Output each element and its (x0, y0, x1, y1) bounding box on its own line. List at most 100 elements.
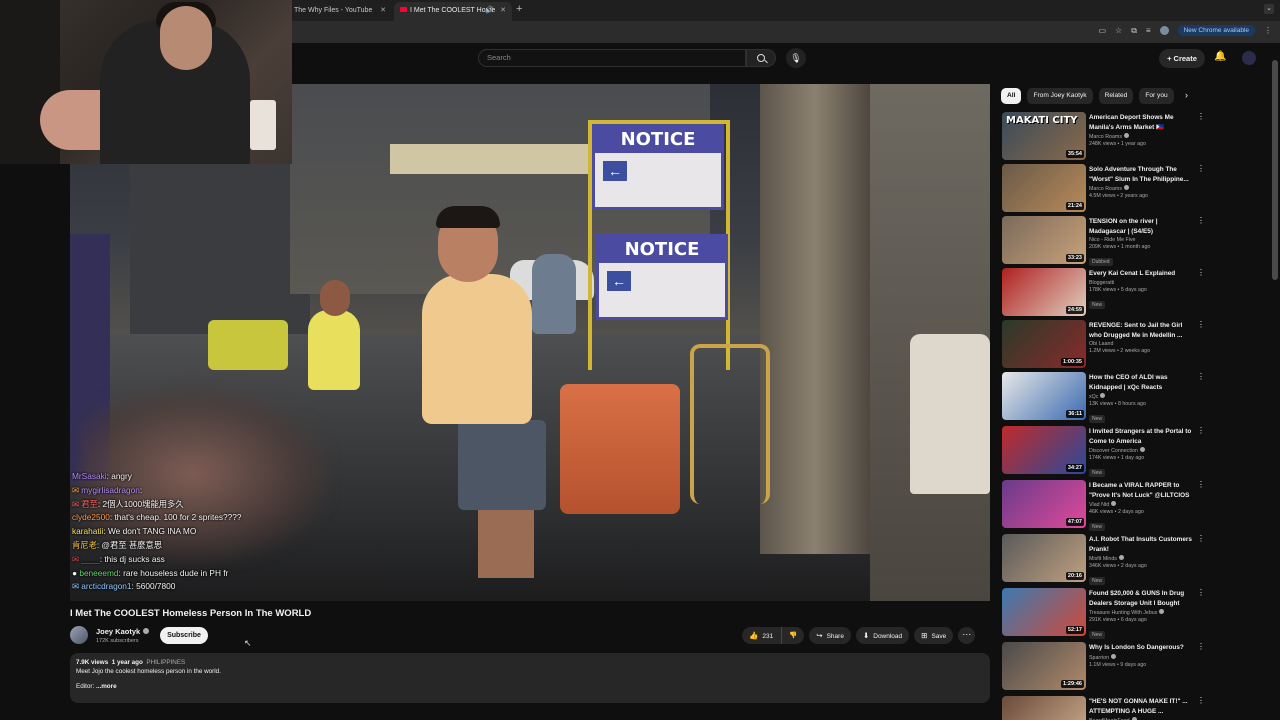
mouse-cursor-icon: ↖ (244, 638, 252, 648)
kebab-menu-icon[interactable]: ⋮ (1197, 534, 1205, 543)
video-thumbnail[interactable]: 36:11 (1002, 372, 1086, 420)
microphone-icon[interactable]: 🎙 (786, 48, 806, 68)
media-icon[interactable]: ≡ (1146, 26, 1151, 35)
recommendation-title[interactable]: I Became a VIRAL RAPPER to "Prove It's N… (1089, 481, 1195, 500)
recommendation-item[interactable]: 24:59 Every Kai Cenat L Explained Bloggera… (1002, 268, 1205, 316)
kebab-menu-icon[interactable]: ⋮ (1197, 426, 1205, 435)
recommendation-channel[interactable]: Discover Connection (1089, 448, 1138, 454)
recommendation-stats: 1.1M views • 9 days ago (1089, 661, 1147, 668)
chrome-menu-icon[interactable]: ⋮ (1264, 26, 1272, 35)
chip-for-you[interactable]: For you (1139, 88, 1174, 104)
profile-avatar[interactable] (1159, 26, 1169, 35)
video-thumbnail[interactable]: 21:24 (1002, 164, 1086, 212)
chip-from-channel[interactable]: From Joey Kaotyk (1027, 88, 1093, 104)
channel-avatar[interactable] (70, 626, 88, 644)
recommendation-item[interactable]: MAKATI CITY 35:54 American Deport Shows Me… (1002, 112, 1205, 160)
video-thumbnail[interactable] (1002, 696, 1086, 720)
video-description[interactable]: 7.9K views 1 year ago PHILIPPINES Meet J… (70, 653, 990, 703)
recommendation-title[interactable]: Why Is London So Dangerous? (1089, 643, 1195, 653)
kebab-menu-icon[interactable]: ⋮ (1197, 588, 1205, 597)
recommendation-item[interactable]: 36:11 How the CEO of ALDI was Kidnapped |… (1002, 372, 1205, 423)
chevron-right-icon[interactable]: › (1185, 90, 1188, 100)
close-tab-icon[interactable]: ✕ (380, 2, 386, 19)
dislike-button[interactable]: 👎 (782, 627, 805, 644)
recommendation-channel[interactable]: xQc (1089, 394, 1098, 400)
video-thumbnail[interactable]: 1:00:35 (1002, 320, 1086, 368)
video-thumbnail[interactable]: 24:59 (1002, 268, 1086, 316)
search-icon[interactable] (746, 49, 776, 67)
kebab-menu-icon[interactable]: ⋮ (1197, 320, 1205, 329)
video-thumbnail[interactable]: 47:07 (1002, 480, 1086, 528)
location-tag[interactable]: PHILIPPINES (146, 659, 185, 666)
recommendation-title[interactable]: American Deport Shows Me Manila's Arms M… (1089, 113, 1195, 132)
speaker-icon[interactable]: 🔊 (485, 2, 494, 19)
tab-active-video[interactable]: I Met The COOLEST Home 🔊 ✕ (394, 2, 512, 21)
recommendation-title[interactable]: A.I. Robot That Insults Customers Prank! (1089, 535, 1195, 554)
tab-search-icon[interactable]: ⌄ (1264, 4, 1274, 14)
recommendation-title[interactable]: Solo Adventure Through The "Worst" Slum … (1089, 165, 1195, 184)
recommendation-channel[interactable]: Treasure Hunting With Jebus (1089, 610, 1157, 616)
video-thumbnail[interactable]: MAKATI CITY 35:54 (1002, 112, 1086, 160)
close-tab-icon[interactable]: ✕ (500, 2, 506, 19)
cast-icon[interactable]: ▭ (1098, 26, 1106, 35)
duration-badge: 33:23 (1065, 254, 1084, 262)
video-thumbnail[interactable]: 20:16 (1002, 534, 1086, 582)
more-actions-icon[interactable]: ⋯ (958, 627, 976, 644)
download-button[interactable]: ⬇ Download (855, 627, 910, 644)
recommendation-item[interactable]: 34:27 I Invited Strangers at the Portal t… (1002, 426, 1205, 477)
chip-all[interactable]: All (1001, 88, 1022, 104)
recommendation-title[interactable]: Found $20,000 & GUNS In Drug Dealers Sto… (1089, 589, 1195, 608)
recommendation-channel[interactable]: Marco Roams (1089, 186, 1122, 192)
recommendation-title[interactable]: "HE'S NOT GONNA MAKE IT!" ... ATTEMPTING… (1089, 697, 1195, 716)
recommendation-item[interactable]: 20:16 A.I. Robot That Insults Customers P… (1002, 534, 1205, 585)
recommendation-item[interactable]: "HE'S NOT GONNA MAKE IT!" ... ATTEMPTING… (1002, 696, 1205, 720)
recommendation-channel[interactable]: Bloggeratti (1089, 280, 1114, 286)
account-avatar[interactable] (1242, 51, 1256, 65)
video-thumbnail[interactable]: 33:23 (1002, 216, 1086, 264)
recommendation-channel[interactable]: Sparrion (1089, 655, 1109, 661)
kebab-menu-icon[interactable]: ⋮ (1197, 480, 1205, 489)
kebab-menu-icon[interactable]: ⋮ (1197, 216, 1205, 225)
kebab-menu-icon[interactable]: ⋮ (1197, 696, 1205, 705)
recommendation-item[interactable]: 1:00:35 REVENGE: Sent to Jail the Girl wh… (1002, 320, 1205, 368)
recommendation-channel[interactable]: Vlad Ntd (1089, 502, 1109, 508)
recommendation-item[interactable]: 1:29:46 Why Is London So Dangerous? Sparri… (1002, 642, 1205, 690)
kebab-menu-icon[interactable]: ⋮ (1197, 372, 1205, 381)
save-button[interactable]: ⊞ Save (914, 627, 954, 644)
recommendation-channel[interactable]: Nico - Ride Me Five (1089, 237, 1136, 243)
page-scrollbar[interactable] (1272, 60, 1278, 280)
recommendation-channel[interactable]: Obi Laand (1089, 341, 1113, 347)
kebab-menu-icon[interactable]: ⋮ (1197, 268, 1205, 277)
new-tab-button[interactable]: + (516, 3, 522, 15)
subscribe-button[interactable]: Subscribe (160, 627, 208, 644)
recommendation-title[interactable]: I Invited Strangers at the Portal to Com… (1089, 427, 1195, 446)
recommendation-item[interactable]: 47:07 I Became a VIRAL RAPPER to "Prove I… (1002, 480, 1205, 531)
video-thumbnail[interactable]: 34:27 (1002, 426, 1086, 474)
extensions-icon[interactable]: ⧉ (1131, 26, 1137, 36)
video-thumbnail[interactable]: 1:29:46 (1002, 642, 1086, 690)
recommendation-channel[interactable]: Misfit Minds (1089, 556, 1117, 562)
like-button[interactable]: 👍 231 (742, 627, 783, 644)
recommendation-title[interactable]: Every Kai Cenat L Explained (1089, 269, 1195, 279)
show-more-button[interactable]: ...more (96, 683, 117, 690)
recommendation-channel[interactable]: Marco Roams (1089, 134, 1122, 140)
chip-related[interactable]: Related (1098, 88, 1134, 104)
video-thumbnail[interactable]: 52:17 (1002, 588, 1086, 636)
recommendation-item[interactable]: 21:24 Solo Adventure Through The "Worst" … (1002, 164, 1205, 212)
tab-why-files[interactable]: The Why Files - YouTube ✕ (288, 2, 392, 21)
notifications-bell-icon[interactable]: 🔔 (1214, 51, 1226, 62)
recommendation-item[interactable]: 52:17 Found $20,000 & GUNS In Drug Dealer… (1002, 588, 1205, 639)
kebab-menu-icon[interactable]: ⋮ (1197, 642, 1205, 651)
create-button[interactable]: + Create (1159, 49, 1205, 68)
new-chrome-available-button[interactable]: New Chrome available (1177, 25, 1255, 36)
recommendation-item[interactable]: 33:23 TENSION on the river | Madagascar |… (1002, 216, 1205, 266)
share-button[interactable]: ↪ Share (809, 627, 851, 644)
recommendation-title[interactable]: REVENGE: Sent to Jail the Girl who Drugg… (1089, 321, 1195, 340)
kebab-menu-icon[interactable]: ⋮ (1197, 164, 1205, 173)
search-input[interactable]: Search (478, 49, 746, 67)
recommendation-title[interactable]: How the CEO of ALDI was Kidnapped | xQc … (1089, 373, 1195, 392)
bookmark-star-icon[interactable]: ☆ (1115, 26, 1122, 35)
recommendation-title[interactable]: TENSION on the river | Madagascar | (S4/… (1089, 217, 1195, 236)
channel-name[interactable]: Joey Kaotyk (96, 627, 150, 636)
kebab-menu-icon[interactable]: ⋮ (1197, 112, 1205, 121)
